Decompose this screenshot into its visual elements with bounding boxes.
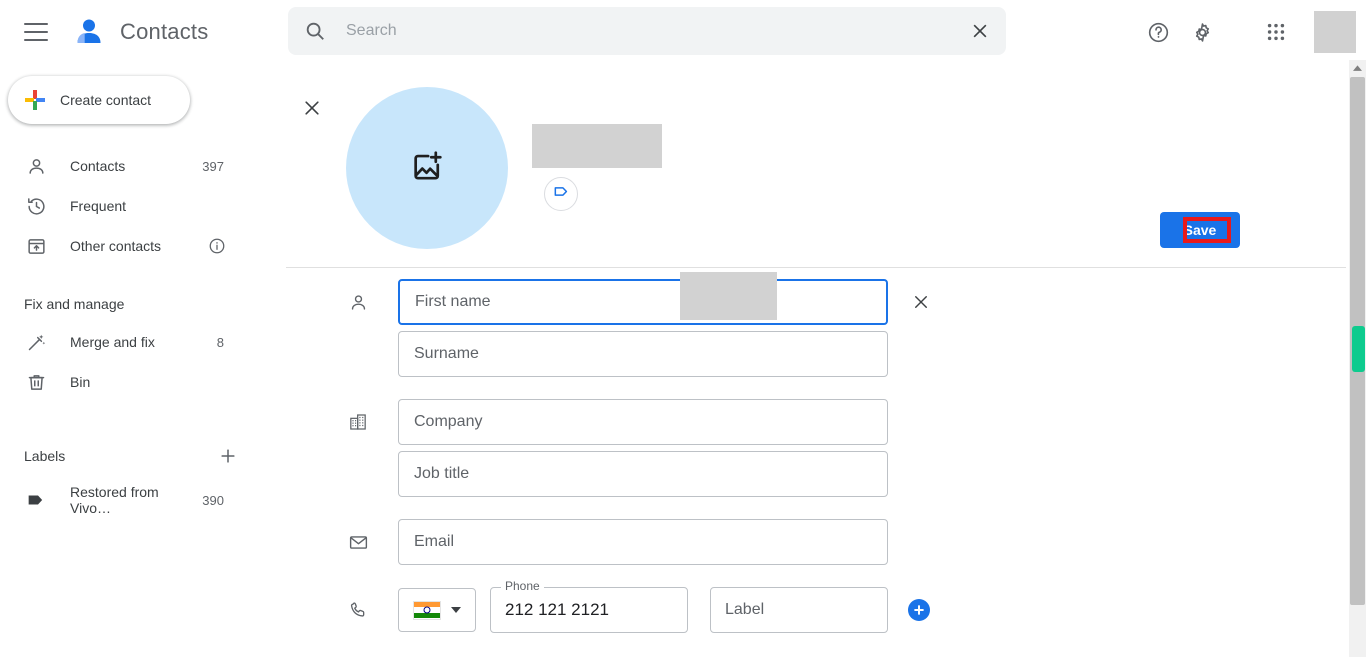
divider [286, 267, 1346, 268]
sidebar: Create contact Contacts 397 Frequent Oth… [0, 64, 280, 657]
close-icon[interactable] [294, 90, 330, 126]
country-code-selector[interactable] [398, 588, 476, 632]
brand: Contacts [72, 15, 208, 49]
sidebar-item-label: Restored from Vivo… [70, 484, 159, 516]
surname-row [280, 331, 1346, 377]
contact-photo-button[interactable] [346, 87, 508, 249]
search-icon [304, 20, 326, 42]
close-icon[interactable] [908, 289, 934, 315]
arrow-up-icon[interactable] [1349, 60, 1366, 77]
company-row [280, 399, 1346, 445]
search-bar[interactable] [288, 7, 1006, 55]
scroll-position-marker [1352, 326, 1365, 372]
surname-input[interactable] [398, 331, 888, 377]
apps-grid-icon[interactable] [1254, 10, 1298, 54]
sidebar-item-label: Bin [70, 374, 91, 390]
chevron-down-icon [451, 607, 461, 613]
vertical-scrollbar[interactable] [1349, 60, 1366, 657]
sidebar-item-label: Frequent [70, 198, 127, 214]
phone-row: Phone [280, 579, 1346, 633]
labels-header: Labels [0, 438, 280, 474]
person-icon [24, 154, 48, 178]
sidebar-item-count: 397 [202, 158, 224, 174]
save-button-wrap: Save [1160, 212, 1240, 248]
sidebar-item-merge-and-fix[interactable]: Merge and fix 8 [0, 322, 246, 362]
sidebar-item-label: Merge and fix [70, 334, 155, 350]
envelope-icon [346, 530, 370, 554]
archive-box-icon [24, 234, 48, 258]
company-input[interactable] [398, 399, 888, 445]
labels-heading: Labels [24, 448, 66, 464]
info-icon[interactable] [208, 237, 226, 255]
save-button[interactable]: Save [1160, 212, 1240, 248]
sidebar-item-label: Contacts [70, 158, 126, 174]
contact-name-display-redacted [532, 124, 662, 168]
india-flag-icon [413, 600, 441, 620]
sidebar-item-count: 8 [216, 334, 224, 350]
sidebar-item-label: Other contacts [70, 238, 162, 254]
job-title-row [280, 451, 1346, 497]
add-photo-icon [410, 149, 444, 188]
close-icon[interactable] [970, 21, 990, 41]
fix-and-manage-heading: Fix and manage [24, 296, 125, 312]
history-clock-icon [24, 194, 48, 218]
gear-icon[interactable] [1180, 10, 1224, 54]
trash-bin-icon [24, 370, 48, 394]
phone-input[interactable] [490, 587, 688, 633]
plus-icon[interactable] [218, 446, 238, 466]
label-tag-icon [24, 488, 48, 512]
app-header: Contacts [0, 0, 1366, 64]
email-row [280, 519, 1346, 565]
google-contacts-logo [72, 15, 106, 49]
sidebar-item-label-restored-from-vivo[interactable]: Restored from Vivo… 390 [0, 480, 246, 520]
first-name-input[interactable] [398, 279, 888, 325]
first-name-row [280, 272, 1346, 325]
sidebar-item-contacts[interactable]: Contacts 397 [0, 146, 246, 186]
label-tag-button[interactable] [544, 177, 578, 211]
phone-icon [346, 598, 370, 622]
plus-circle-icon[interactable] [908, 599, 930, 621]
building-icon [346, 410, 370, 434]
page-title: Contacts [120, 19, 209, 44]
sidebar-nav: Contacts 397 Frequent Other contacts [0, 146, 280, 266]
job-title-input[interactable] [398, 451, 888, 497]
phone-label-input[interactable] [710, 587, 888, 633]
google-plus-icon [24, 89, 46, 111]
scroll-track[interactable] [1349, 77, 1366, 657]
phone-field-legend: Phone [501, 579, 544, 593]
hamburger-menu-icon[interactable] [24, 23, 48, 41]
phone-field-wrap: Phone [490, 579, 688, 633]
search-input[interactable] [344, 21, 970, 41]
label-tag-icon [552, 182, 571, 206]
sidebar-item-other-contacts[interactable]: Other contacts [0, 226, 246, 266]
create-contact-button[interactable]: Create contact [8, 76, 190, 124]
sidebar-item-bin[interactable]: Bin [0, 362, 246, 402]
contact-edit-panel: Save First name Surname Company Job titl… [280, 64, 1346, 657]
email-input[interactable] [398, 519, 888, 565]
avatar[interactable] [1314, 11, 1356, 53]
sidebar-fix-list: Merge and fix 8 Bin [0, 322, 280, 402]
sidebar-item-frequent[interactable]: Frequent [0, 186, 246, 226]
magic-wand-icon [24, 330, 48, 354]
contact-form: Phone [280, 272, 1346, 633]
create-contact-label: Create contact [60, 92, 152, 108]
sidebar-item-count: 390 [202, 492, 224, 508]
help-icon[interactable] [1136, 10, 1180, 54]
person-icon [346, 290, 370, 314]
header-actions [1136, 0, 1366, 64]
